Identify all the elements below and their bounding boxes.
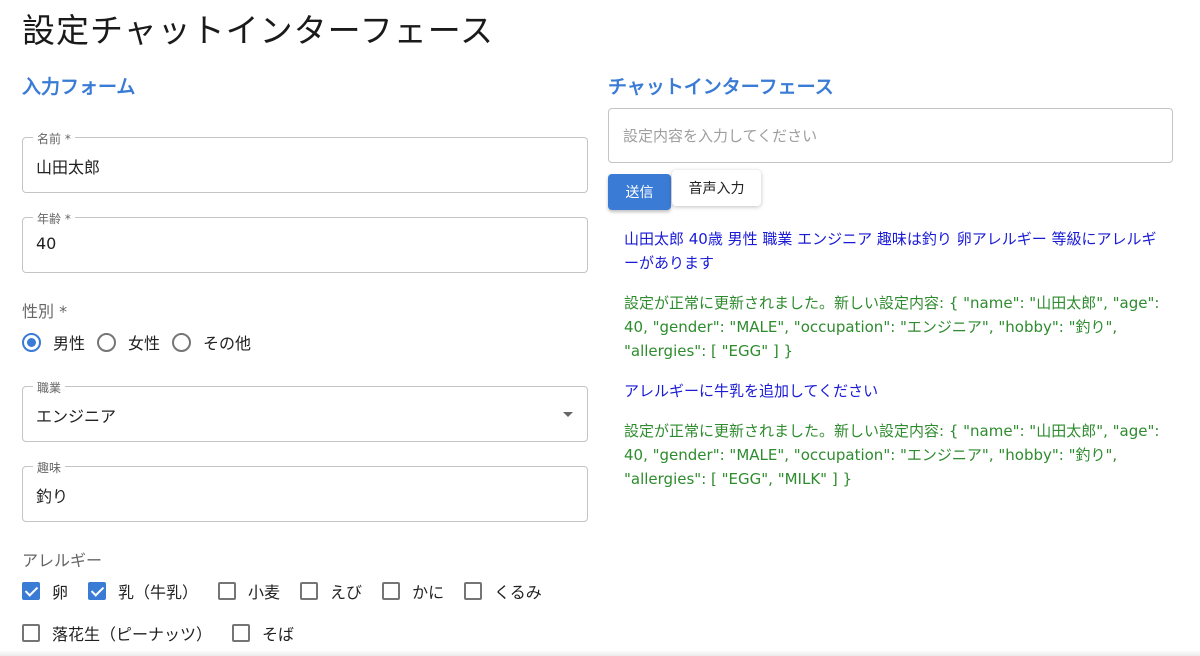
gender-option-label: 女性 (128, 334, 161, 353)
voice-input-button[interactable]: 音声入力 (672, 170, 761, 206)
chat-message-user: 山田太郎 40歳 男性 職業 エンジニア 趣味は釣り 卵アレルギー 等級にアレル… (624, 230, 1157, 272)
gender-radio-group: 男性 女性 その他 (22, 330, 263, 354)
checkbox[interactable] (232, 624, 251, 642)
occupation-select-label: 職業 (33, 379, 66, 396)
chat-input-field[interactable] (608, 108, 1173, 163)
allergy-option-label: かに (412, 583, 445, 602)
allergy-option-wheat[interactable]: 小麦 (218, 579, 280, 603)
allergy-label: アレルギー (22, 551, 103, 570)
name-field-value[interactable]: 山田太郎 (36, 154, 100, 178)
checkbox[interactable] (382, 582, 401, 600)
allergy-option-label: 落花生（ピーナッツ） (52, 625, 213, 644)
gender-option-label: その他 (203, 334, 252, 353)
allergy-option-peanut[interactable]: 落花生（ピーナッツ） (22, 621, 212, 645)
chat-message-list: 山田太郎 40歳 男性 職業 エンジニア 趣味は釣り 卵アレルギー 等級にアレル… (624, 227, 1169, 507)
gender-option-label: 男性 (53, 334, 86, 353)
hobby-field[interactable]: 趣味 釣り (22, 459, 588, 522)
gender-option-female[interactable]: 女性 (97, 330, 160, 354)
form-section-title: 入力フォーム (22, 76, 136, 98)
name-field-label: 名前 * (33, 130, 75, 147)
allergy-option-label: 卵 (52, 583, 69, 602)
allergy-option-label: 小麦 (248, 583, 281, 602)
page-title: 設定チャットインターフェース (22, 11, 495, 50)
chat-section-title: チャットインターフェース (608, 76, 834, 98)
age-field-label: 年齢 * (33, 210, 75, 227)
occupation-select[interactable]: 職業 エンジニア (22, 379, 588, 442)
dropdown-arrow-icon[interactable] (563, 412, 573, 417)
send-button[interactable]: 送信 (608, 174, 671, 210)
gender-option-other[interactable]: その他 (172, 330, 251, 354)
age-field[interactable]: 年齢 * 40 (22, 210, 588, 273)
name-field[interactable]: 名前 * 山田太郎 (22, 130, 588, 193)
allergy-option-buckwheat[interactable]: そば (232, 621, 294, 645)
checkbox-checked[interactable] (22, 582, 40, 600)
chat-input[interactable] (609, 109, 1172, 162)
allergy-checkbox-row: 卵 乳（牛乳） 小麦 えび かに くるみ (22, 579, 562, 603)
bottom-scroll-shadow (0, 650, 1200, 656)
checkbox[interactable] (22, 624, 40, 642)
allergy-option-label: そば (262, 625, 295, 644)
allergy-option-label: 乳（牛乳） (118, 583, 199, 602)
checkbox[interactable] (218, 582, 237, 600)
allergy-option-label: くるみ (494, 583, 542, 602)
gender-option-male[interactable]: 男性 (22, 330, 85, 354)
hobby-field-label: 趣味 (33, 459, 66, 476)
age-field-value[interactable]: 40 (36, 234, 56, 253)
checkbox-checked[interactable] (88, 582, 107, 600)
radio-button-selected[interactable] (22, 332, 41, 352)
allergy-option-shrimp[interactable]: えび (300, 579, 362, 603)
hobby-field-value[interactable]: 釣り (36, 483, 68, 507)
allergy-option-egg[interactable]: 卵 (22, 579, 68, 603)
radio-button[interactable] (172, 332, 192, 352)
allergy-option-crab[interactable]: かに (382, 579, 444, 603)
checkbox[interactable] (464, 582, 483, 600)
checkbox[interactable] (300, 582, 319, 600)
allergy-option-milk[interactable]: 乳（牛乳） (88, 579, 198, 603)
occupation-select-value[interactable]: エンジニア (36, 403, 116, 427)
allergy-option-walnut[interactable]: くるみ (464, 579, 542, 603)
radio-button[interactable] (97, 332, 117, 352)
gender-label: 性別 * (22, 302, 68, 321)
chat-message-user: アレルギーに牛乳を追加してください (624, 382, 879, 400)
allergy-checkbox-row: 落花生（ピーナッツ） そば (22, 621, 314, 645)
chat-message-system: 設定が正常に更新されました。新しい設定内容: { "name": "山田太郎",… (624, 422, 1160, 488)
chat-message-system: 設定が正常に更新されました。新しい設定内容: { "name": "山田太郎",… (624, 294, 1160, 360)
allergy-option-label: えび (330, 583, 363, 602)
